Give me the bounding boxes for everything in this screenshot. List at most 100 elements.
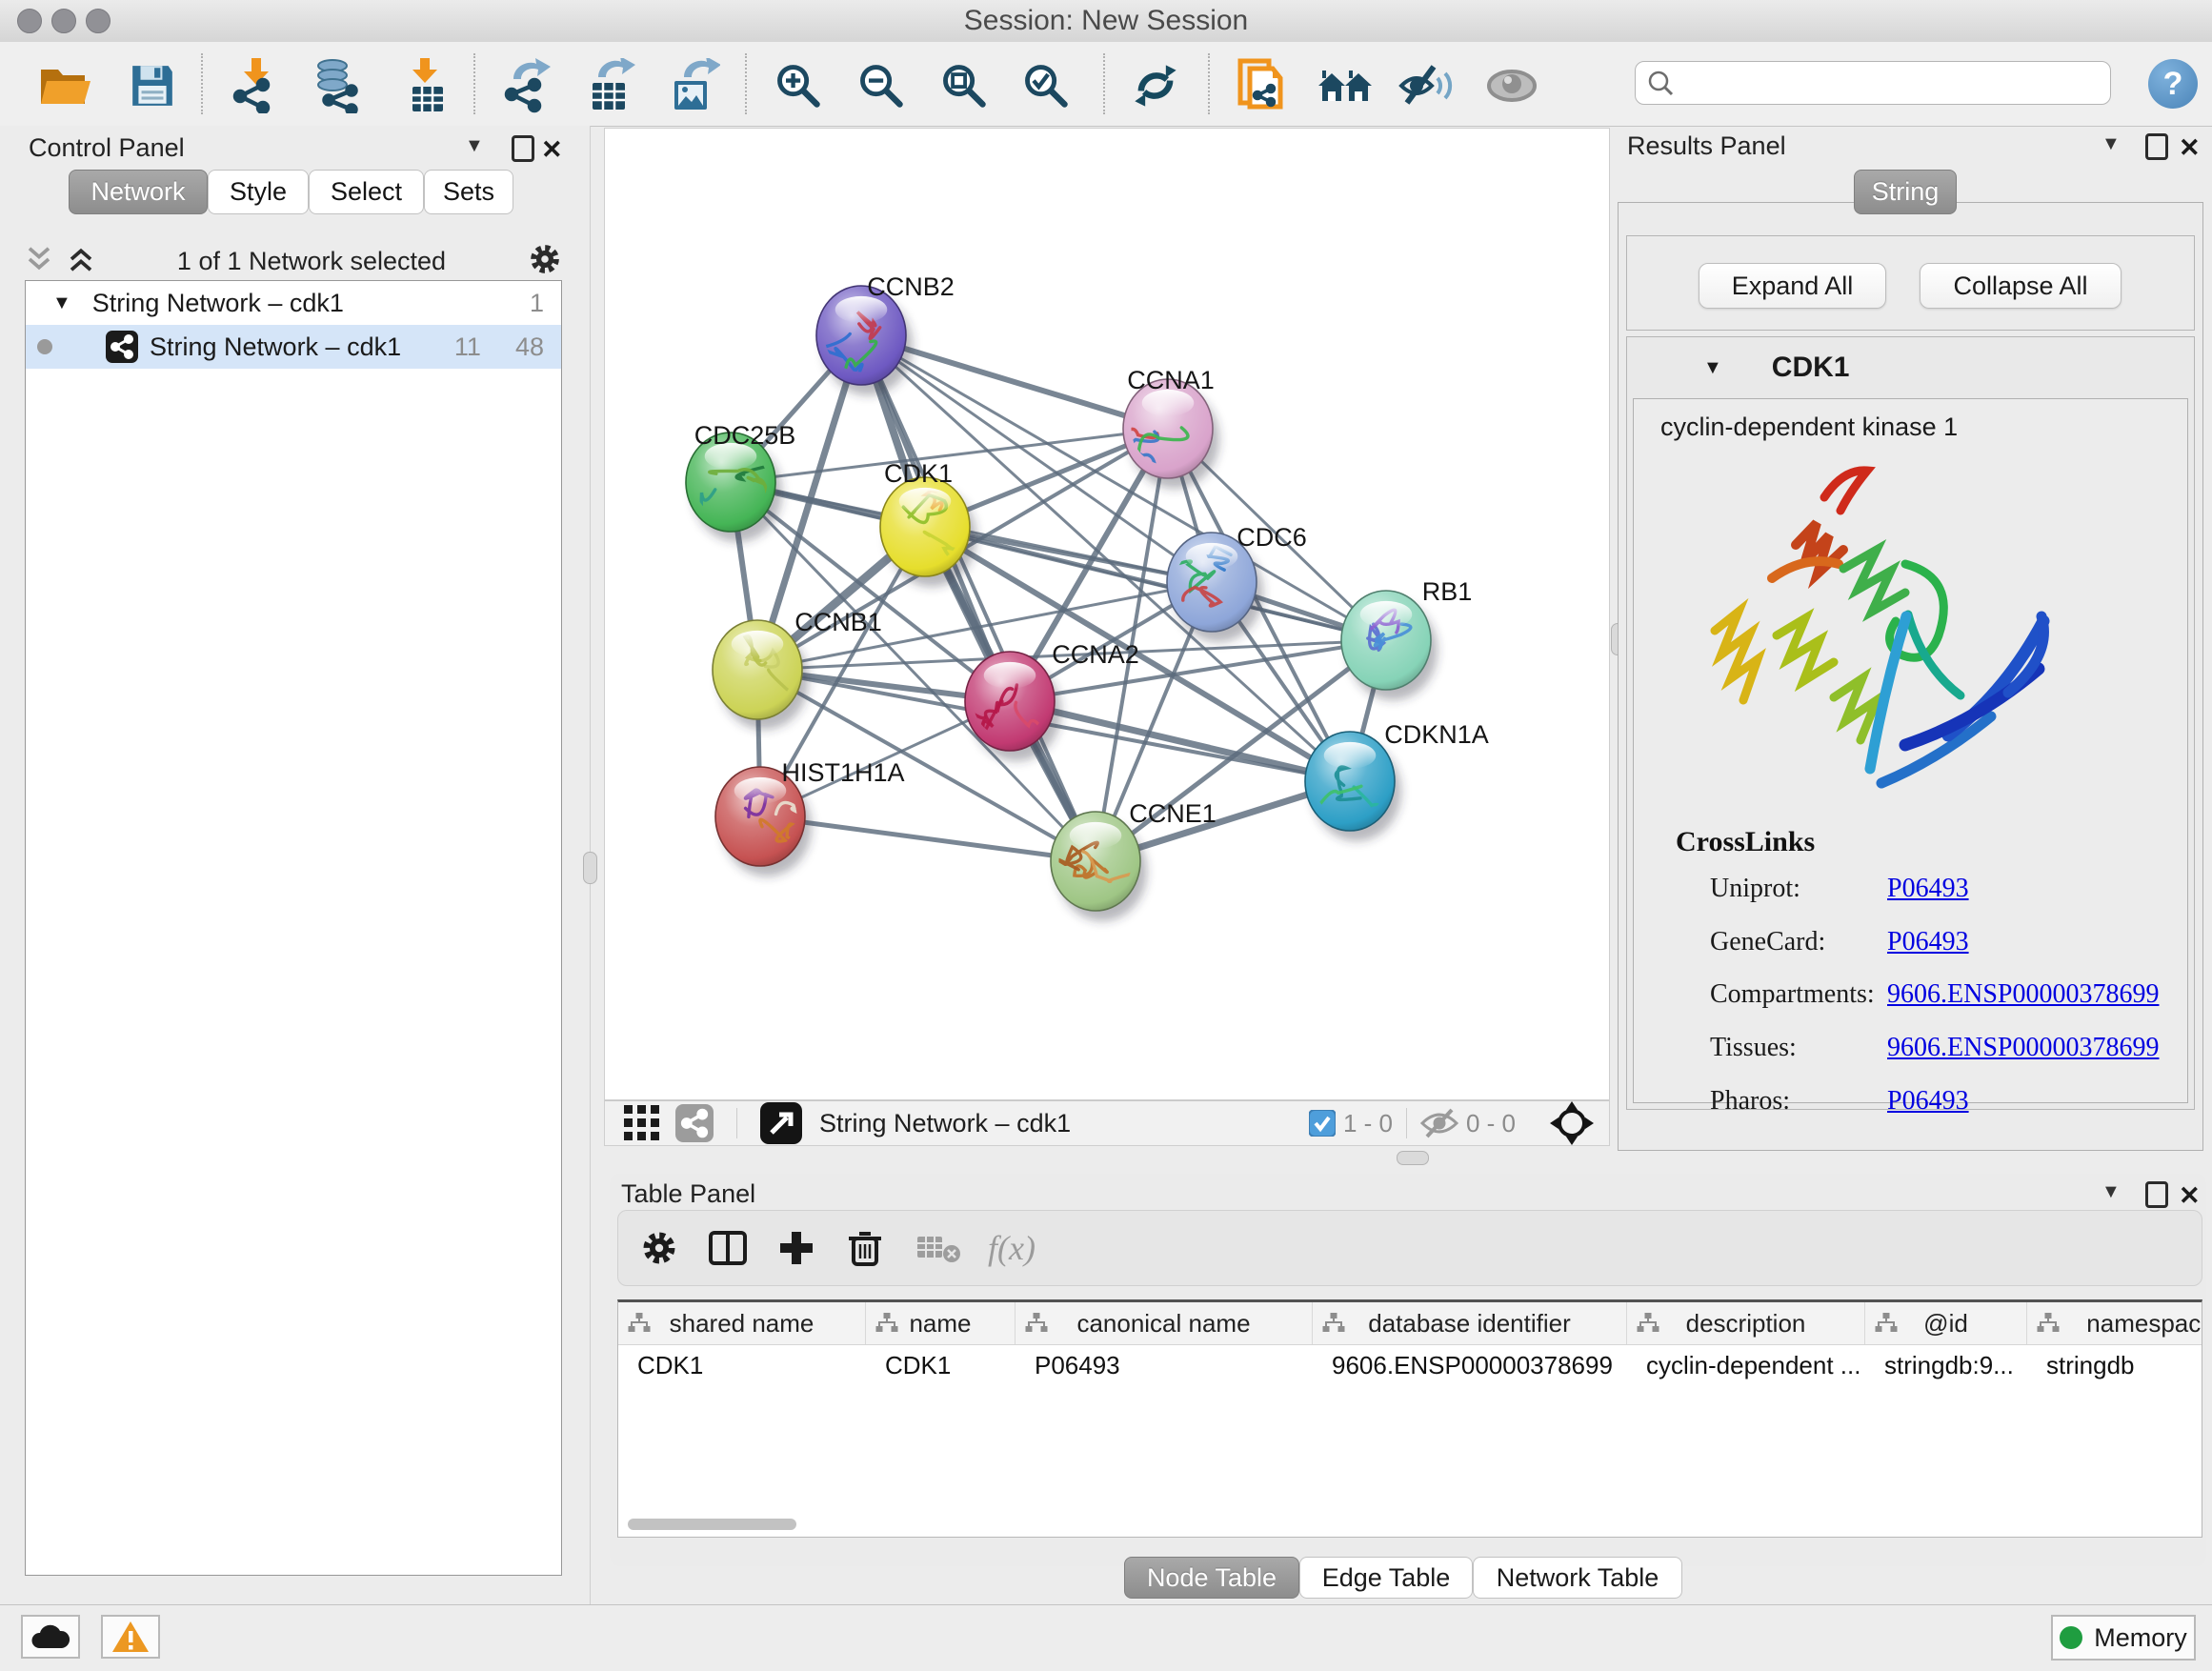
tab-node-table[interactable]: Node Table: [1124, 1557, 1299, 1599]
table-row[interactable]: CDK1CDK1P064939606.ENSP00000378699cyclin…: [618, 1345, 2202, 1385]
zoom-out-button[interactable]: [851, 55, 912, 116]
network-node-CCNB1[interactable]: CCNB1: [713, 608, 882, 735]
help-button[interactable]: ?: [2148, 59, 2198, 109]
open-in-new-window-button[interactable]: [760, 1102, 802, 1144]
network-node-CCNE1[interactable]: CCNE1: [1051, 799, 1217, 921]
trash-icon: [847, 1228, 883, 1268]
results-panel-float-button[interactable]: [2145, 133, 2168, 160]
function-builder-button[interactable]: f(x): [984, 1221, 1039, 1275]
save-session-button[interactable]: [122, 55, 183, 116]
zoom-in-button[interactable]: [768, 55, 829, 116]
export-network-button[interactable]: [496, 55, 557, 116]
open-session-button[interactable]: [34, 55, 95, 116]
table-cell: CDK1: [866, 1345, 1016, 1385]
control-panel-menu-button[interactable]: ▼: [465, 135, 484, 157]
string-results-container: Expand All Collapse All ▼ CDK1 cyclin-de…: [1618, 202, 2203, 1151]
collapse-section-icon: ▼: [1703, 357, 1722, 379]
birds-eye-view-button[interactable]: [1550, 1101, 1594, 1145]
column-header-database-identifier[interactable]: database identifier: [1313, 1302, 1627, 1344]
import-table-icon: [401, 58, 452, 113]
export-table-button[interactable]: [579, 55, 640, 116]
expand-all-button[interactable]: Expand All: [1699, 263, 1886, 309]
view-grid-button[interactable]: [624, 1105, 660, 1141]
network-overview-button[interactable]: [675, 1104, 714, 1142]
current-network-indicator-icon: [37, 339, 52, 354]
export-image-button[interactable]: [663, 55, 724, 116]
tab-sets[interactable]: Sets: [424, 170, 513, 214]
network-node-RB1[interactable]: RB1: [1341, 577, 1472, 700]
search-field[interactable]: [1635, 61, 2111, 105]
column-header-name[interactable]: name: [866, 1302, 1016, 1344]
column-header-namespace[interactable]: namespace: [2027, 1302, 2202, 1344]
tab-edge-table[interactable]: Edge Table: [1299, 1557, 1473, 1599]
column-header--id[interactable]: @id: [1865, 1302, 2027, 1344]
network-node-HIST1H1A[interactable]: HIST1H1A: [715, 758, 905, 876]
import-network-from-file-button[interactable]: [225, 55, 286, 116]
network-node-CDC25B[interactable]: CDC25B: [686, 421, 795, 550]
network-options-button[interactable]: [528, 242, 562, 281]
memory-button[interactable]: Memory: [2051, 1615, 2196, 1661]
hidden-counts: 0 - 0: [1466, 1109, 1516, 1138]
network-node-CCNA2[interactable]: CCNA2: [959, 640, 1139, 761]
import-network-from-database-button[interactable]: [308, 55, 369, 116]
crosslink-link[interactable]: P06493: [1887, 1086, 1969, 1117]
copy-documents-button[interactable]: [1233, 55, 1294, 116]
selected-nodes-checkbox[interactable]: [1309, 1110, 1336, 1137]
table-options-button[interactable]: [632, 1221, 687, 1275]
column-header-description[interactable]: description: [1627, 1302, 1865, 1344]
network-view-canvas[interactable]: CCNB2 CCNA1 CDC25B CDK1 CDC6: [604, 128, 1610, 1100]
network-collection-row[interactable]: ▼ String Network – cdk1 1: [26, 281, 561, 325]
delete-table-icon: [917, 1231, 961, 1265]
show-columns-button[interactable]: [700, 1221, 755, 1275]
hidden-elements-button[interactable]: [1420, 1108, 1458, 1138]
crosslink-link[interactable]: 9606.ENSP00000378699: [1887, 979, 2159, 1010]
crosslink-label: Tissues:: [1710, 1033, 1797, 1063]
network-row[interactable]: String Network – cdk1 11 48: [26, 325, 561, 369]
search-input[interactable]: [1683, 68, 2110, 99]
horizontal-scrollbar-thumb[interactable]: [628, 1519, 796, 1530]
warnings-button[interactable]: [101, 1615, 160, 1659]
collapse-all-button[interactable]: Collapse All: [1920, 263, 2122, 309]
crosslink-link[interactable]: 9606.ENSP00000378699: [1887, 1033, 2159, 1063]
crosslink-row: Uniprot: P06493: [1634, 874, 2187, 917]
houses-icon: [1317, 63, 1374, 109]
control-panel-float-button[interactable]: [512, 135, 534, 162]
tab-network[interactable]: Network: [69, 170, 208, 214]
collapse-all-networks-button[interactable]: [25, 245, 53, 278]
toolbar-separator: [1208, 53, 1210, 114]
create-column-button[interactable]: [769, 1221, 824, 1275]
delete-table-button[interactable]: [912, 1221, 967, 1275]
node-result-header[interactable]: ▼ CDK1: [1627, 337, 2194, 398]
network-node-CDK1[interactable]: CDK1: [880, 459, 976, 587]
column-header-shared-name[interactable]: shared name: [618, 1302, 866, 1344]
refresh-button[interactable]: [1125, 55, 1186, 116]
houses-button[interactable]: [1315, 55, 1376, 116]
results-panel-close-button[interactable]: ✕: [2179, 133, 2201, 163]
table-panel-float-button[interactable]: [2145, 1181, 2168, 1208]
crosslink-link[interactable]: P06493: [1887, 927, 1969, 957]
crosslink-label: Uniprot:: [1710, 874, 1800, 904]
hide-graphics-details-button[interactable]: [1396, 55, 1457, 116]
show-graphics-details-button[interactable]: [1481, 55, 1542, 116]
tree-expander-icon[interactable]: ▼: [52, 292, 71, 314]
crosslink-link[interactable]: P06493: [1887, 874, 1969, 904]
tab-style[interactable]: Style: [208, 170, 309, 214]
zoom-selected-button[interactable]: [1016, 55, 1076, 116]
tab-network-table[interactable]: Network Table: [1473, 1557, 1682, 1599]
left-splitter-handle[interactable]: [583, 852, 597, 884]
expand-all-networks-button[interactable]: [67, 245, 95, 278]
table-panel-menu-button[interactable]: ▼: [2101, 1181, 2121, 1203]
delete-columns-button[interactable]: [837, 1221, 893, 1275]
tab-string[interactable]: String: [1854, 170, 1957, 214]
column-header-canonical-name[interactable]: canonical name: [1016, 1302, 1313, 1344]
zoom-fit-button[interactable]: [934, 55, 995, 116]
cloud-status-button[interactable]: [21, 1615, 80, 1659]
tab-select[interactable]: Select: [309, 170, 424, 214]
table-panel-close-button[interactable]: ✕: [2179, 1181, 2201, 1211]
import-table-from-file-button[interactable]: [396, 55, 457, 116]
network-node-CCNA1[interactable]: CCNA1: [1112, 366, 1219, 489]
results-panel-menu-button[interactable]: ▼: [2101, 133, 2121, 155]
bottom-splitter-handle[interactable]: [1397, 1151, 1429, 1165]
toolbar-separator: [745, 53, 747, 114]
control-panel-close-button[interactable]: ✕: [541, 135, 563, 165]
